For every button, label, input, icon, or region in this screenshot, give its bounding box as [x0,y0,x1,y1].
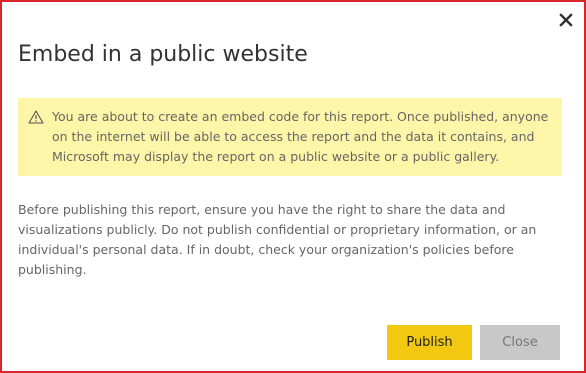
dialog-title: Embed in a public website [18,42,308,67]
embed-dialog: Embed in a public website You are about … [0,0,586,373]
close-button[interactable]: Close [480,325,560,360]
warning-banner: You are about to create an embed code fo… [18,98,562,176]
warning-message: You are about to create an embed code fo… [52,109,549,164]
publish-button[interactable]: Publish [387,325,472,360]
close-icon[interactable] [556,10,576,30]
publishing-notice: Before publishing this report, ensure yo… [18,202,537,277]
warning-triangle-icon [28,109,44,124]
